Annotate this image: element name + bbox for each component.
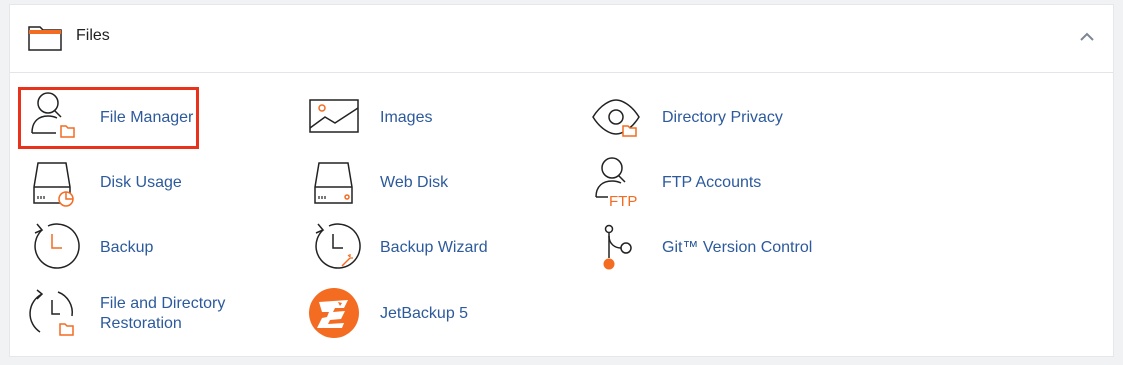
images-icon xyxy=(309,99,359,133)
git-version-control-icon xyxy=(603,224,632,270)
git-version-control-label: Git™ Version Control xyxy=(662,239,813,256)
jetbackup-icon xyxy=(309,288,359,338)
chevron-up-icon[interactable] xyxy=(1079,31,1095,43)
files-panel-header[interactable]: Files xyxy=(10,5,1113,73)
backup-label: Backup xyxy=(100,239,154,256)
web-disk-icon xyxy=(314,162,353,204)
jetbackup-label: JetBackup 5 xyxy=(380,305,469,322)
folder-icon xyxy=(28,26,62,51)
directory-privacy-label: Directory Privacy xyxy=(662,109,783,126)
disk-usage-label: Disk Usage xyxy=(100,174,182,191)
disk-usage-icon xyxy=(33,162,74,207)
ftp-accounts-label: FTP Accounts xyxy=(662,174,762,191)
directory-privacy-icon xyxy=(592,99,640,137)
file-manager-icon xyxy=(31,92,75,138)
svg-text:FTP: FTP xyxy=(609,193,637,210)
web-disk-label: Web Disk xyxy=(380,174,449,191)
backup-icon xyxy=(34,223,80,269)
file-manager-label: File Manager xyxy=(100,109,194,126)
file-directory-restoration-icon xyxy=(29,289,74,336)
file-directory-restoration-label: File and Directory Restoration xyxy=(100,294,260,334)
label-line-2: Restoration xyxy=(100,315,182,332)
ftp-accounts-icon: FTP xyxy=(595,157,637,210)
panel-title: Files xyxy=(76,27,110,44)
images-label: Images xyxy=(380,109,433,126)
label-line-1: File and Directory xyxy=(100,295,226,312)
backup-wizard-icon xyxy=(315,223,361,269)
backup-wizard-label: Backup Wizard xyxy=(380,239,488,256)
